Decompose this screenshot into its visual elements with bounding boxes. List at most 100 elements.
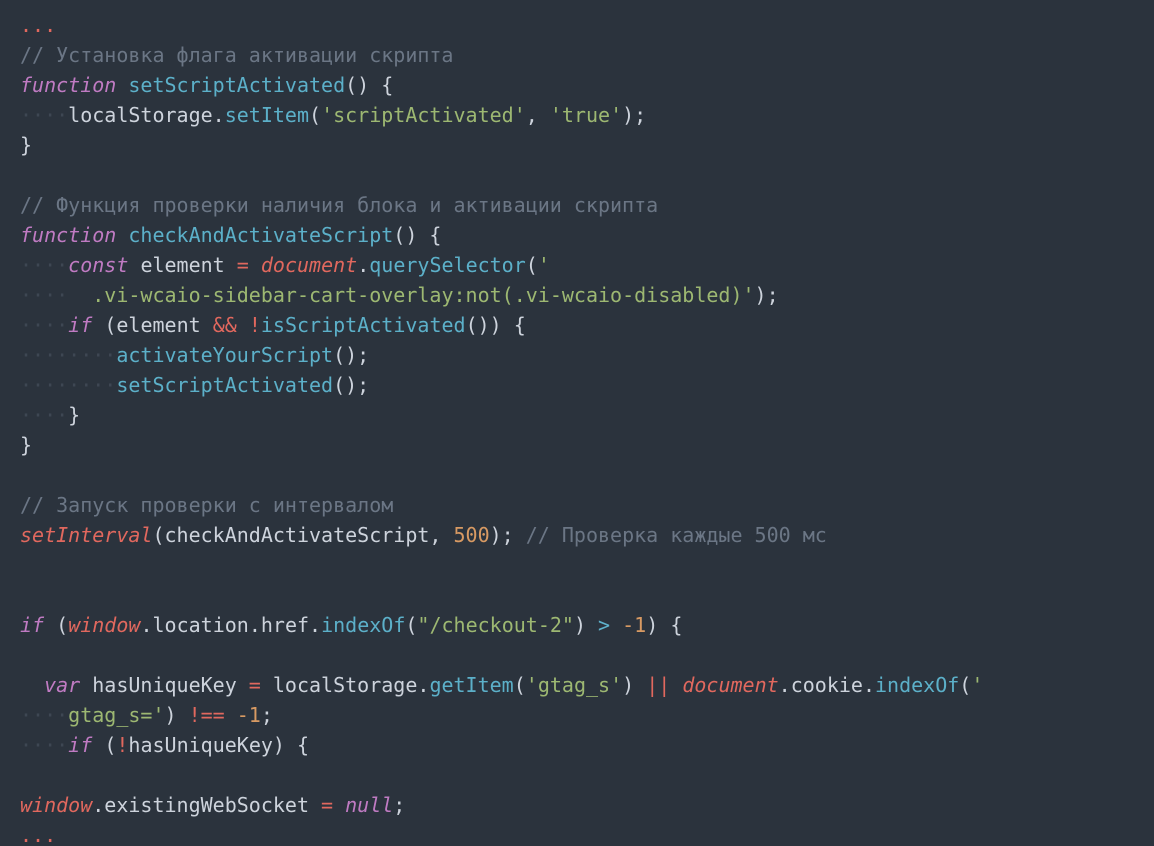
space — [80, 673, 92, 697]
paren-open: ( — [526, 253, 538, 277]
space — [417, 223, 429, 247]
comment-inline: // Проверка каждые 500 мс — [526, 523, 827, 547]
operator-not: ! — [116, 733, 128, 757]
paren-close: ) — [490, 523, 502, 547]
builtin-document: document — [261, 253, 357, 277]
func-name: setScriptActivated — [128, 73, 345, 97]
keyword-const: const — [68, 253, 128, 277]
string-literal: 'scriptActivated' — [321, 103, 526, 127]
paren-open: ( — [345, 73, 357, 97]
operator-assign: = — [237, 673, 273, 697]
builtin-document: document — [682, 673, 778, 697]
keyword-if: if — [20, 613, 44, 637]
space — [92, 313, 104, 337]
dot: . — [863, 673, 875, 697]
keyword-if: if — [68, 313, 92, 337]
paren-close: ) — [273, 733, 285, 757]
indent-guide: ···· — [20, 313, 68, 337]
property: location — [152, 613, 248, 637]
paren-open: ( — [393, 223, 405, 247]
operator-or: || — [634, 673, 682, 697]
paren-open: ( — [333, 343, 345, 367]
property: existingWebSocket — [104, 793, 309, 817]
operator-gt: > — [586, 613, 622, 637]
paren-open: ( — [56, 613, 68, 637]
number-literal: -1 — [237, 703, 261, 727]
operator-assign: = — [225, 253, 261, 277]
brace-open: { — [381, 73, 393, 97]
string-close-quote: ' — [742, 283, 754, 307]
identifier: localStorage — [273, 673, 418, 697]
keyword-if: if — [68, 733, 92, 757]
paren-close: ) — [574, 613, 586, 637]
number-literal: 500 — [454, 523, 490, 547]
paren-close: ) — [357, 73, 369, 97]
space — [658, 613, 670, 637]
semicolon: ; — [393, 793, 405, 817]
builtin-window: window — [20, 793, 92, 817]
ellipsis-top: ... — [20, 13, 56, 37]
paren-close: ) — [755, 283, 767, 307]
paren-close: ) — [622, 673, 634, 697]
paren-open: ( — [104, 733, 116, 757]
brace-open: { — [514, 313, 526, 337]
paren-close: ) — [345, 343, 357, 367]
builtin-window: window — [68, 613, 140, 637]
identifier: checkAndActivateScript — [165, 523, 430, 547]
paren-open: ( — [405, 613, 417, 637]
space — [116, 223, 128, 247]
indent-guide: ···· — [20, 253, 68, 277]
semicolon: ; — [502, 523, 514, 547]
paren-open: ( — [959, 673, 971, 697]
string-open-quote: ' — [538, 253, 550, 277]
space — [116, 73, 128, 97]
brace-close: } — [20, 133, 32, 157]
paren-close: ) — [490, 313, 502, 337]
identifier: hasUniqueKey — [92, 673, 237, 697]
space — [128, 253, 140, 277]
brace-open: { — [670, 613, 682, 637]
identifier: hasUniqueKey — [128, 733, 273, 757]
brace-open: { — [297, 733, 309, 757]
indent-guide: ········ — [20, 373, 116, 397]
paren-close: ) — [405, 223, 417, 247]
string-literal: 'true' — [550, 103, 622, 127]
paren-open: ( — [333, 373, 345, 397]
dot: . — [779, 673, 791, 697]
identifier: element — [116, 313, 200, 337]
paren-close: ) — [165, 703, 177, 727]
property: cookie — [791, 673, 863, 697]
space — [285, 733, 297, 757]
string-open-quote: ' — [971, 673, 983, 697]
dot: . — [417, 673, 429, 697]
func-name: checkAndActivateScript — [128, 223, 393, 247]
method-call: querySelector — [369, 253, 526, 277]
space — [92, 733, 104, 757]
dot: . — [309, 613, 321, 637]
identifier: element — [140, 253, 224, 277]
indent-guide: ···· — [20, 283, 68, 307]
brace-close: } — [68, 403, 80, 427]
brace-close: } — [20, 433, 32, 457]
paren-close: ) — [345, 373, 357, 397]
identifier: localStorage — [68, 103, 213, 127]
property: href — [261, 613, 309, 637]
method-call: indexOf — [321, 613, 405, 637]
space — [369, 73, 381, 97]
semicolon: ; — [357, 373, 369, 397]
paren-open: ( — [309, 103, 321, 127]
indent-guide: ········ — [20, 343, 116, 367]
indent-guide: ···· — [20, 733, 68, 757]
operator-neq: !== — [177, 703, 237, 727]
method-call: indexOf — [875, 673, 959, 697]
func-call: setScriptActivated — [116, 373, 333, 397]
dot: . — [213, 103, 225, 127]
code-editor[interactable]: ... // Установка флага активации скрипта… — [0, 0, 1154, 846]
paren-open: ( — [152, 523, 164, 547]
operator-assign: = — [309, 793, 345, 817]
lead-space — [20, 673, 44, 697]
indent-guide: ···· — [20, 103, 68, 127]
brace-open: { — [429, 223, 441, 247]
space — [502, 313, 514, 337]
operator-and: && — [201, 313, 249, 337]
